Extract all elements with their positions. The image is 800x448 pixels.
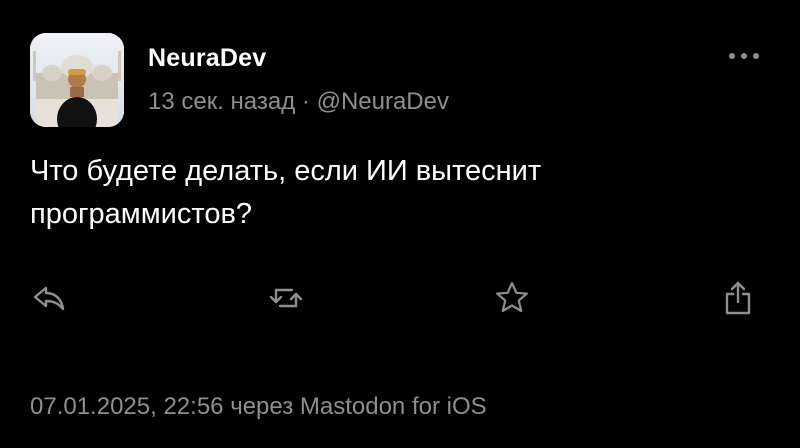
- author-handle[interactable]: @NeuraDev: [317, 88, 449, 115]
- post-client[interactable]: через Mastodon for iOS: [230, 393, 486, 420]
- avatar-image: [30, 33, 124, 127]
- post-meta: 13 сек. назад · @NeuraDev: [148, 88, 449, 116]
- more-options-button[interactable]: [724, 44, 764, 68]
- boost-icon: [269, 288, 303, 308]
- star-icon: [496, 281, 528, 313]
- relative-time: 13 сек. назад: [148, 88, 296, 115]
- reply-icon: [33, 286, 65, 311]
- post-timestamp: 07.01.2025, 22:56: [30, 393, 224, 420]
- share-button[interactable]: [718, 278, 758, 318]
- avatar[interactable]: [30, 33, 124, 127]
- post-card: NeuraDev 13 сек. назад · @NeuraDev Что б…: [0, 0, 800, 448]
- boost-button[interactable]: [266, 278, 306, 318]
- post-footer: 07.01.2025, 22:56 через Mastodon for iOS: [30, 393, 487, 421]
- reply-button[interactable]: [30, 278, 70, 318]
- more-horizontal-icon: [729, 53, 759, 59]
- post-content: Что будете делать, если ИИ вытеснит прог…: [30, 155, 542, 230]
- author-display-name[interactable]: NeuraDev: [148, 44, 266, 73]
- share-icon: [725, 281, 751, 315]
- favorite-button[interactable]: [492, 278, 532, 318]
- meta-separator: ·: [301, 88, 310, 115]
